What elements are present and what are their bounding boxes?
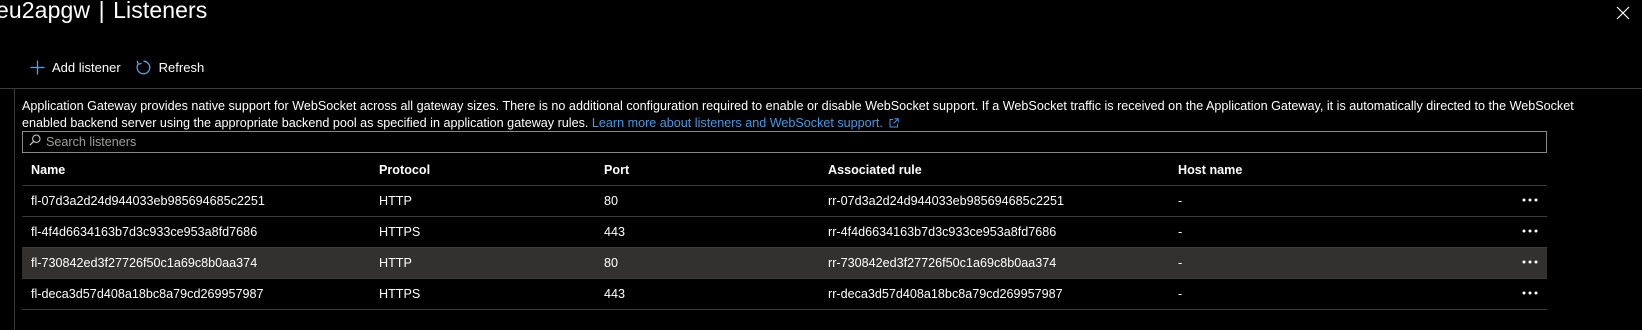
- cell-protocol: HTTPS: [379, 225, 421, 239]
- blade-title: Listeners: [113, 0, 208, 23]
- cell-associated-rule: rr-deca3d57d408a18bc8a79cd269957987: [828, 287, 1063, 301]
- add-listener-label: Add listener: [52, 60, 121, 75]
- cell-associated-rule: rr-07d3a2d24d944033eb985694685c2251: [828, 194, 1065, 208]
- search-box[interactable]: [22, 131, 1547, 153]
- cell-name[interactable]: fl-4f4d6634163b7d3c933ce953a8fd7686: [31, 225, 257, 239]
- page-title: eu2apgw | Listeners: [0, 0, 207, 24]
- search-icon: [29, 133, 41, 151]
- websocket-info-banner: Application Gateway provides native supp…: [22, 98, 1622, 132]
- learn-more-link-text: Learn more about listeners and WebSocket…: [591, 115, 883, 130]
- cell-host-name: -: [1178, 194, 1183, 208]
- cell-host-name: -: [1178, 256, 1183, 270]
- cell-name[interactable]: fl-deca3d57d408a18bc8a79cd269957987: [31, 287, 264, 301]
- cell-protocol: HTTP: [379, 194, 412, 208]
- cell-associated-rule: rr-4f4d6634163b7d3c933ce953a8fd7686: [828, 225, 1057, 239]
- cell-associated-rule: rr-730842ed3f27726f50c1a69c8b0aa374: [828, 256, 1057, 270]
- search-input[interactable]: [41, 135, 1546, 149]
- more-options-icon[interactable]: [1521, 286, 1539, 300]
- cell-host-name: -: [1178, 287, 1183, 301]
- table-row[interactable]: fl-deca3d57d408a18bc8a79cd269957987 HTTP…: [22, 279, 1547, 310]
- table-header: Name Protocol Port Associated rule Host …: [22, 155, 1547, 186]
- table-row[interactable]: fl-4f4d6634163b7d3c933ce953a8fd7686 HTTP…: [22, 217, 1547, 248]
- close-icon[interactable]: [1616, 6, 1630, 20]
- cell-name[interactable]: fl-730842ed3f27726f50c1a69c8b0aa374: [31, 256, 257, 270]
- cell-host-name: -: [1178, 225, 1183, 239]
- resource-name: eu2apgw: [0, 0, 91, 23]
- listeners-table: Name Protocol Port Associated rule Host …: [22, 155, 1547, 310]
- cell-protocol: HTTP: [379, 256, 412, 270]
- refresh-label: Refresh: [158, 60, 205, 75]
- column-header-host-name[interactable]: Host name: [1178, 163, 1242, 177]
- column-header-port[interactable]: Port: [604, 163, 629, 177]
- add-icon: [30, 60, 45, 75]
- add-listener-button[interactable]: Add listener: [30, 60, 121, 75]
- cell-name[interactable]: fl-07d3a2d24d944033eb985694685c2251: [31, 194, 265, 208]
- cell-port: 80: [604, 194, 619, 208]
- cell-protocol: HTTPS: [379, 287, 421, 301]
- refresh-icon: [135, 59, 152, 76]
- column-header-protocol[interactable]: Protocol: [379, 163, 430, 177]
- table-row-selected[interactable]: fl-730842ed3f27726f50c1a69c8b0aa374 HTTP…: [22, 248, 1547, 279]
- external-link-icon: [889, 116, 899, 133]
- command-bar: Add listener Refresh: [30, 59, 204, 76]
- column-header-associated-rule[interactable]: Associated rule: [828, 163, 922, 177]
- more-options-icon[interactable]: [1521, 193, 1539, 207]
- title-separator: |: [98, 0, 105, 23]
- column-header-name[interactable]: Name: [31, 163, 65, 177]
- refresh-button[interactable]: Refresh: [135, 59, 205, 76]
- cell-port: 443: [604, 225, 626, 239]
- cell-port: 443: [604, 287, 626, 301]
- toolbar-divider: [0, 88, 1642, 89]
- content-left-border: [14, 88, 15, 330]
- table-row[interactable]: fl-07d3a2d24d944033eb985694685c2251 HTTP…: [22, 186, 1547, 217]
- cell-port: 80: [604, 256, 619, 270]
- more-options-icon[interactable]: [1521, 224, 1539, 238]
- learn-more-link[interactable]: Learn more about listeners and WebSocket…: [592, 116, 899, 130]
- more-options-icon[interactable]: [1521, 255, 1539, 269]
